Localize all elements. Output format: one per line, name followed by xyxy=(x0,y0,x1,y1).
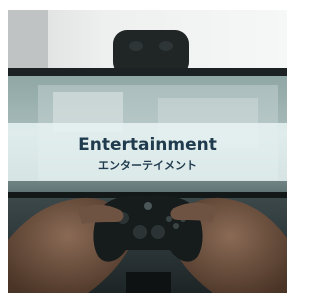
card-title: Entertainment xyxy=(78,135,217,155)
caption-band: Entertainment エンターテイメント xyxy=(8,123,287,181)
entertainment-card[interactable]: Entertainment エンターテイメント xyxy=(8,10,287,293)
card-subtitle: エンターテイメント xyxy=(98,159,197,172)
